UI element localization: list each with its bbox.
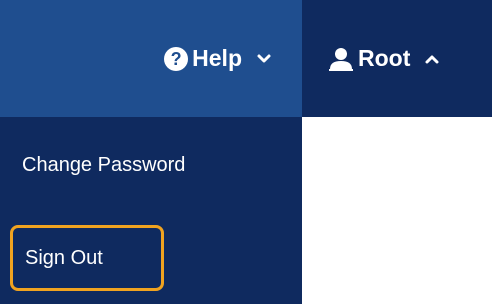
- change-password-menu-item[interactable]: Change Password: [0, 117, 302, 213]
- user-icon: [328, 47, 354, 71]
- help-circle-icon: ?: [164, 46, 189, 71]
- change-password-label: Change Password: [22, 153, 186, 176]
- top-navigation-bar: ? Help Root: [0, 0, 492, 117]
- chevron-down-icon: [256, 51, 272, 67]
- user-menu-button[interactable]: Root: [302, 0, 492, 117]
- sign-out-menu-item[interactable]: Sign Out: [10, 225, 164, 291]
- user-menu-label: Root: [358, 45, 411, 71]
- help-menu-button[interactable]: ? Help: [0, 0, 302, 117]
- user-dropdown-menu: Change Password Sign Out: [0, 117, 302, 304]
- sign-out-label: Sign Out: [25, 246, 103, 269]
- help-menu-label: Help: [192, 45, 242, 71]
- chevron-up-icon: [424, 51, 440, 67]
